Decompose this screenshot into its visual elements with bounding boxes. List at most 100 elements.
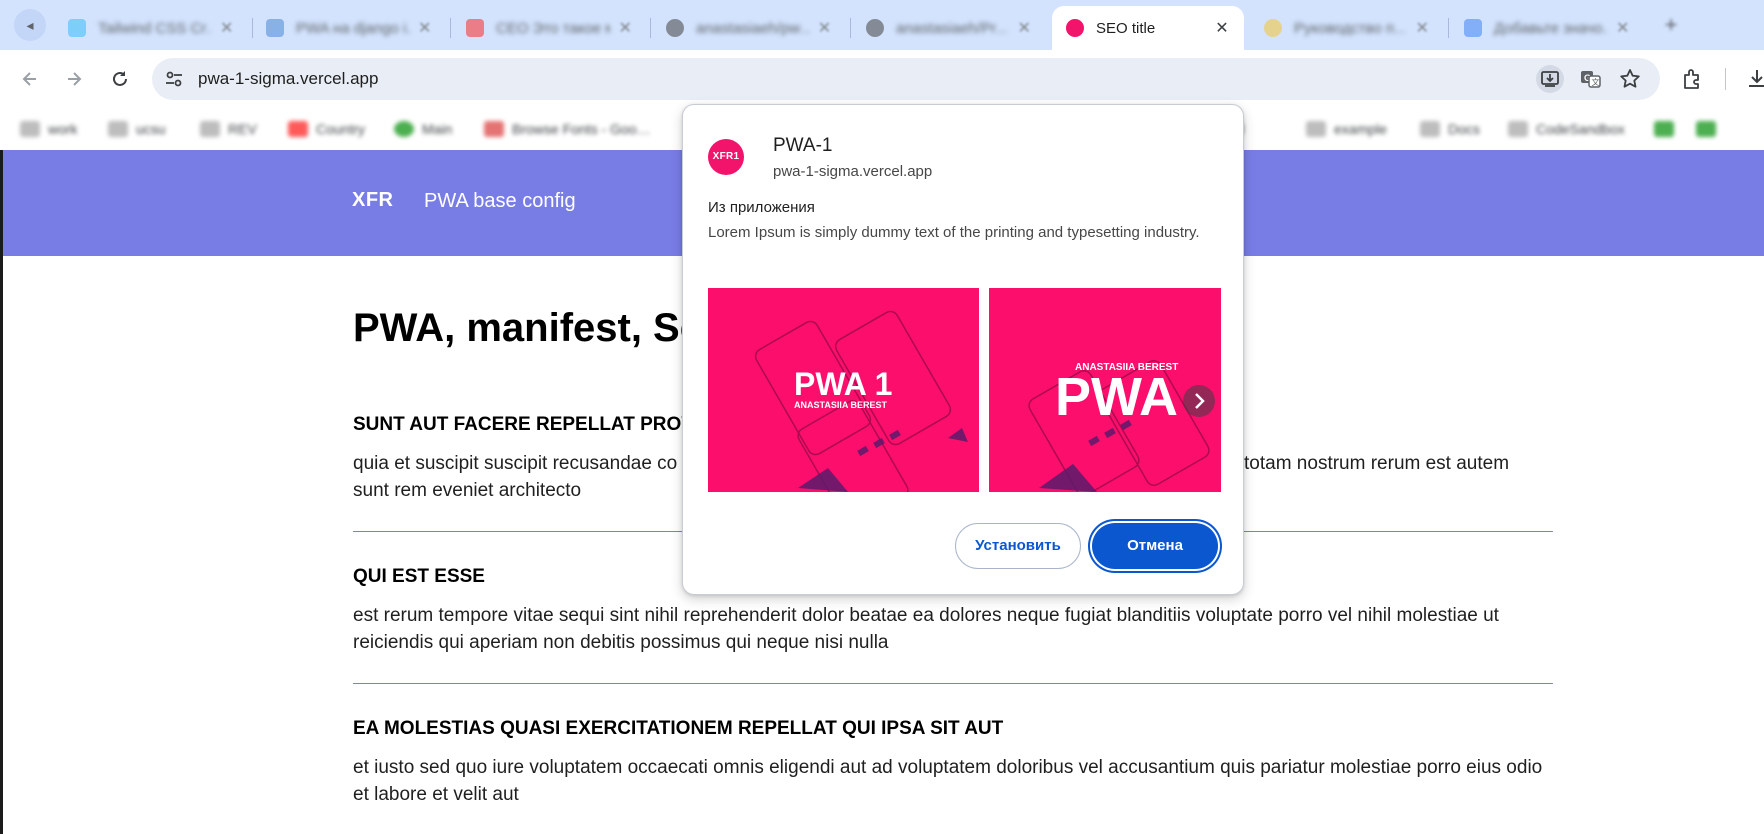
back-button[interactable] bbox=[14, 63, 46, 95]
tab-close-icon[interactable]: ✕ bbox=[418, 18, 433, 38]
app-name: PWA-1 bbox=[773, 135, 833, 156]
toolbar-divider bbox=[1725, 68, 1726, 90]
codesandbox-favicon-icon bbox=[1508, 121, 1528, 137]
tab-seo-title[interactable]: SEO title ✕ bbox=[1052, 6, 1244, 50]
main-favicon-icon bbox=[394, 121, 414, 137]
tab-pwa-django[interactable]: PWA на django i… ✕ bbox=[252, 6, 446, 50]
svg-text:文: 文 bbox=[1592, 77, 1600, 87]
bookmark-item[interactable]: Docs bbox=[1420, 117, 1480, 141]
address-bar[interactable]: pwa-1-sigma.vercel.app G文 bbox=[152, 58, 1660, 100]
site-subtitle: PWA base config bbox=[424, 190, 576, 212]
reload-button[interactable] bbox=[104, 63, 136, 95]
sheets-favicon-icon bbox=[1654, 121, 1674, 137]
tab-guide[interactable]: Руководство п… ✕ bbox=[1250, 6, 1444, 50]
tab-close-icon[interactable]: ✕ bbox=[817, 18, 832, 38]
page-title: PWA, manifest, Se bbox=[353, 306, 702, 350]
new-tab-button[interactable]: + bbox=[1656, 10, 1686, 40]
github-favicon-icon bbox=[666, 19, 684, 37]
app-url: pwa-1-sigma.vercel.app bbox=[773, 163, 933, 180]
guide-favicon-icon bbox=[1264, 19, 1282, 37]
post-body-start: quia et suscipit suscipit recusandae co bbox=[353, 453, 678, 474]
tab-youtube[interactable]: CEO Это такое м… ✕ bbox=[452, 6, 646, 50]
bookmark-item[interactable]: Main bbox=[394, 117, 452, 141]
post-divider bbox=[353, 683, 1553, 684]
tab-strip: ◂ Tailwind CSS Cr… ✕ PWA на django i… ✕ … bbox=[0, 0, 1764, 50]
bookmark-label: CodeSandbox bbox=[1536, 121, 1625, 137]
bookmark-label: ucsu bbox=[136, 121, 166, 137]
tab-tailwind[interactable]: Tailwind CSS Cr… ✕ bbox=[54, 6, 248, 50]
tab-close-icon[interactable]: ✕ bbox=[1615, 18, 1630, 38]
post-title: EA MOLESTIAS QUASI EXERCITATIONEM REPELL… bbox=[353, 718, 1004, 739]
bookmark-label: Browse Fonts - Goo… bbox=[512, 121, 651, 137]
bookmark-item[interactable]: ucsu bbox=[108, 117, 166, 141]
screenshot-author: ANASTASIIA BEREST bbox=[794, 400, 888, 410]
tab-label: anastasiaeh/Pr… bbox=[896, 19, 1009, 37]
app-description: Lorem Ipsum is simply dummy text of the … bbox=[708, 224, 1200, 241]
bookmark-star-icon[interactable] bbox=[1616, 65, 1644, 93]
translate-icon[interactable]: G文 bbox=[1576, 65, 1604, 93]
bookmark-item[interactable]: example bbox=[1306, 117, 1387, 141]
install-app-icon[interactable] bbox=[1536, 65, 1564, 93]
fonts-favicon-icon bbox=[484, 121, 504, 137]
folder-icon bbox=[1306, 121, 1326, 137]
tab-divider bbox=[1448, 18, 1449, 38]
xfr-favicon-icon bbox=[1066, 19, 1084, 37]
bookmark-item[interactable]: work bbox=[20, 117, 78, 141]
bookmark-item[interactable]: Browse Fonts - Goo… bbox=[484, 117, 651, 141]
chevron-right-icon bbox=[1195, 393, 1205, 409]
bookmark-item[interactable] bbox=[1654, 117, 1682, 141]
app-screenshot: PWA 1 ANASTASIIA BEREST bbox=[708, 288, 979, 492]
post-body: et iusto sed quo iure voluptatem occaeca… bbox=[353, 757, 1543, 805]
bookmark-item[interactable]: REV bbox=[200, 117, 257, 141]
tab-divider bbox=[450, 18, 451, 38]
bookmark-item[interactable]: CodeSandbox bbox=[1508, 117, 1625, 141]
extensions-icon[interactable] bbox=[1680, 66, 1706, 92]
tab-close-icon[interactable]: ✕ bbox=[618, 18, 632, 38]
install-app-dialog: XFR1 PWA-1 pwa-1-sigma.vercel.app Из при… bbox=[682, 104, 1244, 595]
browser-toolbar: pwa-1-sigma.vercel.app G文 bbox=[0, 50, 1764, 108]
site-info-icon[interactable] bbox=[164, 69, 184, 89]
post-body-end: s totam nostrum rerum est autem bbox=[1229, 453, 1510, 474]
document-favicon-icon bbox=[266, 19, 284, 37]
tab-label: Руководство п… bbox=[1294, 19, 1407, 37]
tab-close-icon[interactable]: ✕ bbox=[1016, 18, 1032, 38]
site-logo[interactable]: XFR bbox=[352, 189, 394, 212]
tab-github-pr[interactable]: anastasiaeh/Pr… ✕ bbox=[852, 6, 1046, 50]
arrow-right-icon bbox=[68, 72, 82, 86]
tab-close-icon[interactable]: ✕ bbox=[1214, 18, 1230, 38]
bookmark-label: Country bbox=[316, 121, 366, 137]
bookmark-label: work bbox=[48, 121, 78, 137]
bookmark-item[interactable] bbox=[1696, 117, 1724, 141]
bookmark-label: Docs bbox=[1448, 121, 1480, 137]
tab-label: CEO Это такое м… bbox=[496, 19, 610, 37]
tab-github-pw[interactable]: anastasiaeh/pw… ✕ bbox=[652, 6, 846, 50]
cancel-button[interactable]: Отмена bbox=[1092, 523, 1218, 569]
tab-close-icon[interactable]: ✕ bbox=[219, 18, 234, 38]
tab-close-icon[interactable]: ✕ bbox=[1414, 18, 1430, 38]
install-button[interactable]: Установить bbox=[955, 523, 1081, 569]
forward-button[interactable] bbox=[58, 63, 90, 95]
sheets-favicon-icon bbox=[1696, 121, 1716, 137]
tab-label: Tailwind CSS Cr… bbox=[98, 19, 212, 37]
post-body-line2: sunt rem eveniet architecto bbox=[353, 480, 582, 501]
youtube-favicon-icon bbox=[466, 19, 484, 37]
folder-icon bbox=[20, 121, 40, 137]
app-section-label: Из приложения bbox=[708, 199, 815, 216]
arrow-left-icon bbox=[22, 72, 36, 86]
bookmark-label: Main bbox=[422, 121, 453, 137]
google-favicon-icon bbox=[1464, 19, 1482, 37]
tab-divider bbox=[850, 18, 851, 38]
folder-icon bbox=[200, 121, 220, 137]
tab-search-icon[interactable]: ◂ bbox=[14, 9, 46, 41]
country-favicon-icon bbox=[288, 121, 308, 137]
tab-label: SEO title bbox=[1096, 19, 1156, 37]
tailwind-favicon-icon bbox=[68, 19, 86, 37]
downloads-icon[interactable] bbox=[1744, 66, 1764, 92]
bookmark-item[interactable]: Country bbox=[288, 117, 365, 141]
carousel-next-button[interactable] bbox=[1183, 385, 1215, 417]
url-text[interactable]: pwa-1-sigma.vercel.app bbox=[198, 58, 378, 100]
screenshot-headline: PWA bbox=[1055, 367, 1179, 427]
folder-icon bbox=[1420, 121, 1440, 137]
tab-divider bbox=[650, 18, 651, 38]
tab-add-icon[interactable]: Добавьте значо… ✕ bbox=[1450, 6, 1644, 50]
